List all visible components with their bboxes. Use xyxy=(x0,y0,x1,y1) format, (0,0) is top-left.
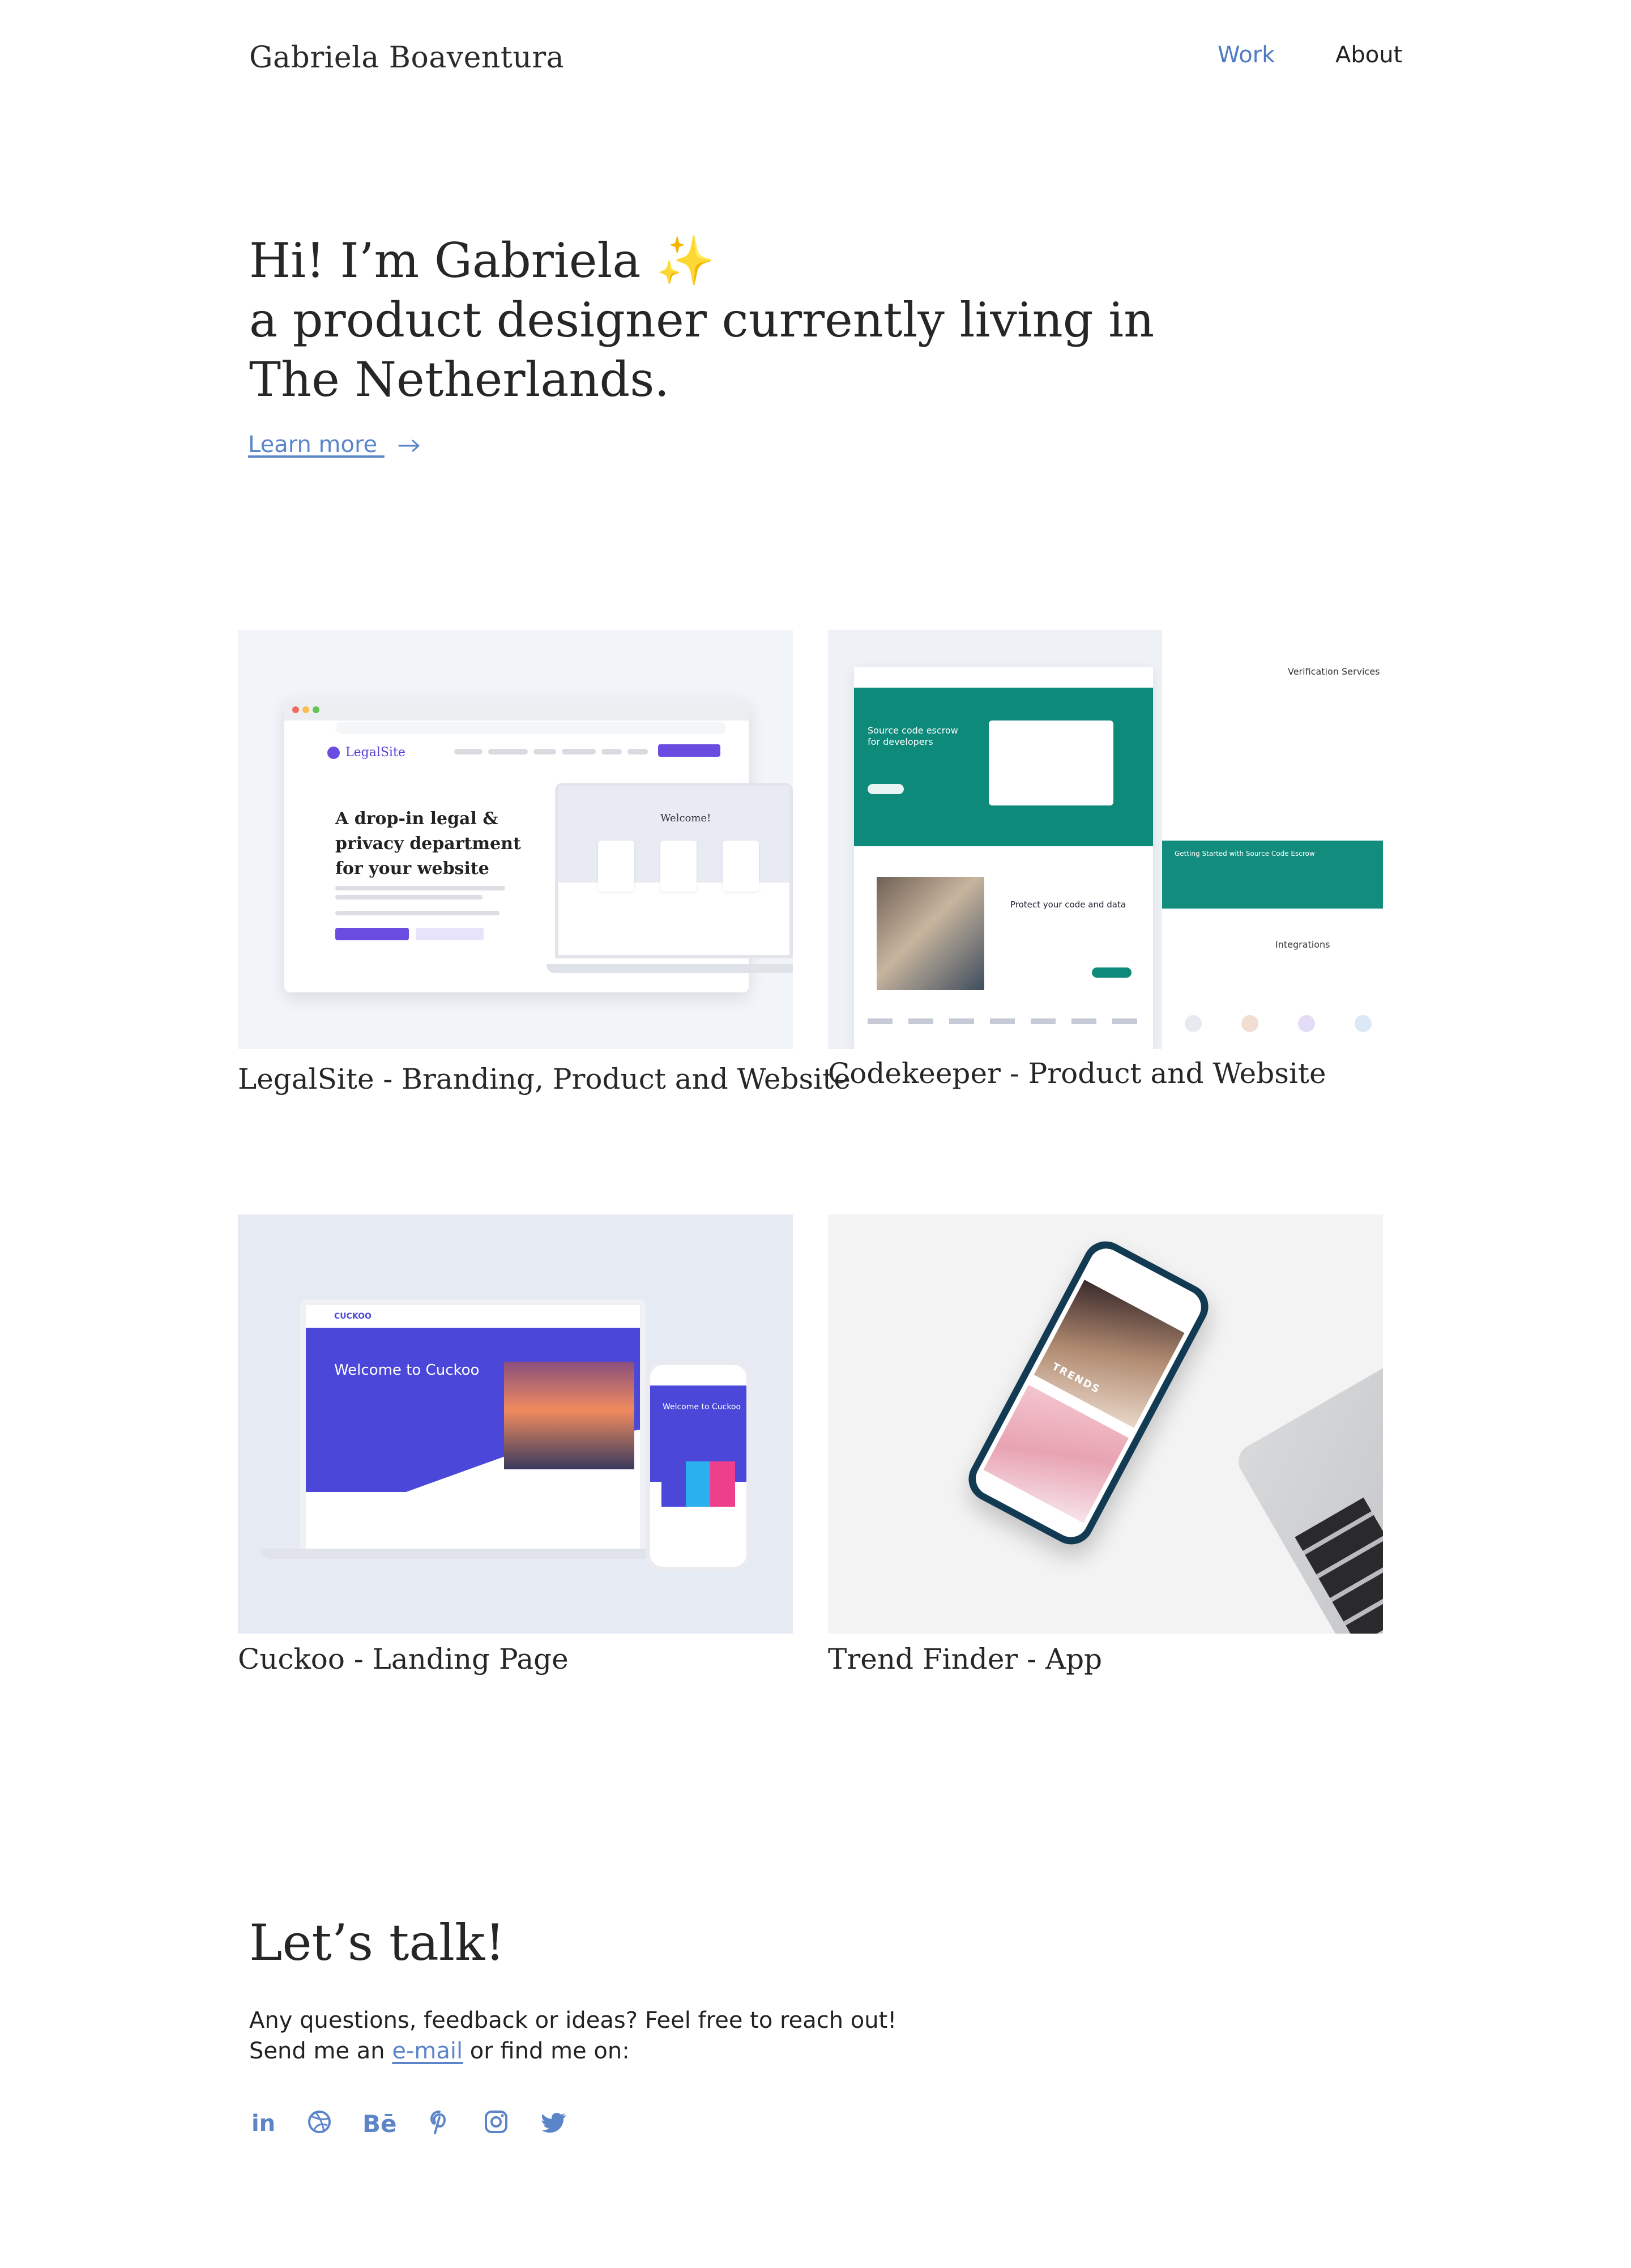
project-thumbnail-legalsite[interactable]: LegalSite A drop-in legal & privacy depa… xyxy=(238,630,793,1049)
svg-text:Bē: Bē xyxy=(362,2110,397,2135)
learn-more-label: Learn more xyxy=(248,432,378,458)
contact-heading: Let’s talk! xyxy=(249,1913,505,1972)
hero-line-location: The Netherlands. xyxy=(249,352,670,407)
learn-more-link[interactable]: Learn more xyxy=(248,432,421,458)
dribbble-icon[interactable] xyxy=(306,2108,333,2135)
project-thumbnail-trend-finder[interactable]: TRENDS xyxy=(828,1214,1383,1634)
pinterest-icon[interactable] xyxy=(426,2108,453,2135)
project-title-cuckoo[interactable]: Cuckoo - Landing Page xyxy=(238,1643,569,1676)
arrow-right-icon xyxy=(398,440,420,452)
codekeeper-page-mockup: Source code escrow for developers Protec… xyxy=(854,667,1153,1049)
contact-line-1: Any questions, feedback or ideas? Feel f… xyxy=(249,2007,897,2033)
contact-text: Any questions, feedback or ideas? Feel f… xyxy=(249,2005,896,2066)
legalsite-headline: A drop-in legal & privacy department for… xyxy=(335,809,521,879)
phone-mockup: Welcome to Cuckoo xyxy=(646,1361,751,1571)
svg-text:in: in xyxy=(251,2111,275,2135)
email-link[interactable]: e-mail xyxy=(392,2038,463,2064)
linkedin-icon[interactable]: in xyxy=(249,2108,276,2137)
laptop-mockup: Welcome! xyxy=(555,783,793,958)
behance-icon[interactable]: Bē xyxy=(361,2108,407,2138)
project-title-trend-finder[interactable]: Trend Finder - App xyxy=(828,1643,1102,1676)
contact-line-2: Send me an e-mail or find me on: xyxy=(249,2038,630,2064)
codekeeper-side-mockup: Verification Services Getting Started wi… xyxy=(1162,630,1383,1049)
site-name[interactable]: Gabriela Boaventura xyxy=(249,41,564,75)
phone-mockup: TRENDS xyxy=(960,1233,1216,1553)
legalsite-logo: LegalSite xyxy=(327,745,405,760)
project-title-codekeeper[interactable]: Codekeeper - Product and Website xyxy=(828,1057,1326,1090)
nav-work-link[interactable]: Work xyxy=(1218,42,1275,68)
hero-line-greeting: Hi! I’m Gabriela ✨ xyxy=(249,233,715,288)
twitter-icon[interactable] xyxy=(541,2108,569,2135)
project-thumbnail-cuckoo[interactable]: CUCKOO Welcome to Cuckoo Welcome to Cuck… xyxy=(238,1214,793,1634)
project-title-legalsite[interactable]: LegalSite - Branding, Product and Websit… xyxy=(238,1063,851,1095)
instagram-icon[interactable] xyxy=(483,2108,510,2135)
hero-line-role: a product designer currently living in xyxy=(249,292,1155,348)
nav-about-link[interactable]: About xyxy=(1335,42,1402,68)
project-thumbnail-codekeeper[interactable]: Source code escrow for developers Protec… xyxy=(828,630,1383,1049)
hero-heading: Hi! I’m Gabriela ✨ a product designer cu… xyxy=(249,231,1154,410)
laptop-mockup: CUCKOO Welcome to Cuckoo xyxy=(300,1299,646,1554)
